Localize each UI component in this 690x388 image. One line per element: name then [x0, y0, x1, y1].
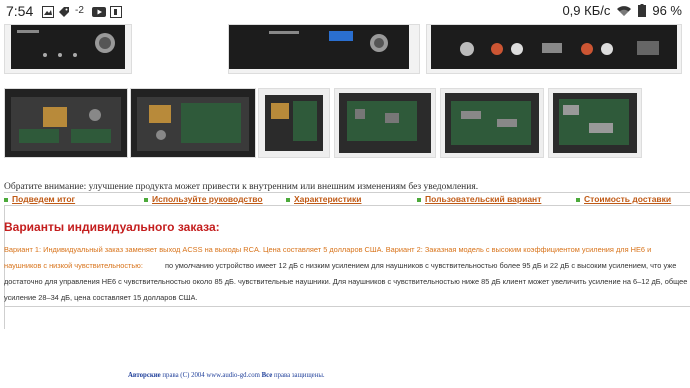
- internal-photo-4[interactable]: [334, 88, 436, 158]
- youtube-icon: [92, 7, 106, 17]
- battery-icon: [638, 4, 647, 17]
- internal-photo-1[interactable]: [4, 88, 128, 158]
- bullet-icon: [286, 197, 290, 202]
- notice-text: Обратите внимание: улучшение продукта мо…: [4, 182, 479, 192]
- divider: [4, 192, 690, 193]
- divider: [4, 306, 690, 307]
- product-photo-front-2[interactable]: [228, 24, 420, 74]
- battery-percent: 96 %: [652, 3, 682, 18]
- section-heading: Варианты индивидуального заказа:: [4, 220, 220, 234]
- badge-count: -2: [75, 5, 84, 16]
- internal-photo-2[interactable]: [130, 88, 256, 158]
- tag-icon: [59, 7, 69, 17]
- status-bar: 7:54 -2 0,9 КБ/с 96 %: [0, 0, 690, 24]
- network-speed: 0,9 КБ/с: [562, 3, 611, 18]
- nav-link-custom-option[interactable]: Пользовательский вариант: [417, 194, 541, 204]
- internal-photo-5[interactable]: [440, 88, 544, 158]
- internal-photo-3[interactable]: [258, 88, 330, 158]
- internal-photo-6[interactable]: [548, 88, 642, 158]
- footer: Авторские права (C) 2004 www.audio-gd.co…: [128, 372, 325, 379]
- bullet-icon: [576, 197, 580, 202]
- divider: [4, 205, 690, 206]
- web-page: Обратите внимание: улучшение продукта мо…: [0, 24, 690, 388]
- bullet-icon: [417, 197, 421, 202]
- product-photo-front-1[interactable]: [4, 24, 132, 74]
- nav-link-specs[interactable]: Характеристики: [286, 194, 361, 204]
- section-nav: Подведем итог Используйте руководство Ха…: [4, 194, 690, 204]
- nav-link-manual[interactable]: Используйте руководство: [144, 194, 263, 204]
- product-photo-rear[interactable]: [426, 24, 682, 74]
- wifi-icon: [617, 5, 632, 16]
- nav-link-shipping[interactable]: Стоимость доставки: [576, 194, 671, 204]
- image-icon: [42, 6, 54, 18]
- app-icon: [110, 6, 122, 18]
- bullet-icon: [144, 197, 148, 202]
- custom-variants-text: Вариант 1: Индивидуальный заказ заменяет…: [4, 242, 688, 306]
- status-time: 7:54: [6, 3, 34, 19]
- nav-link-summary[interactable]: Подведем итог: [4, 194, 75, 204]
- bullet-icon: [4, 197, 8, 202]
